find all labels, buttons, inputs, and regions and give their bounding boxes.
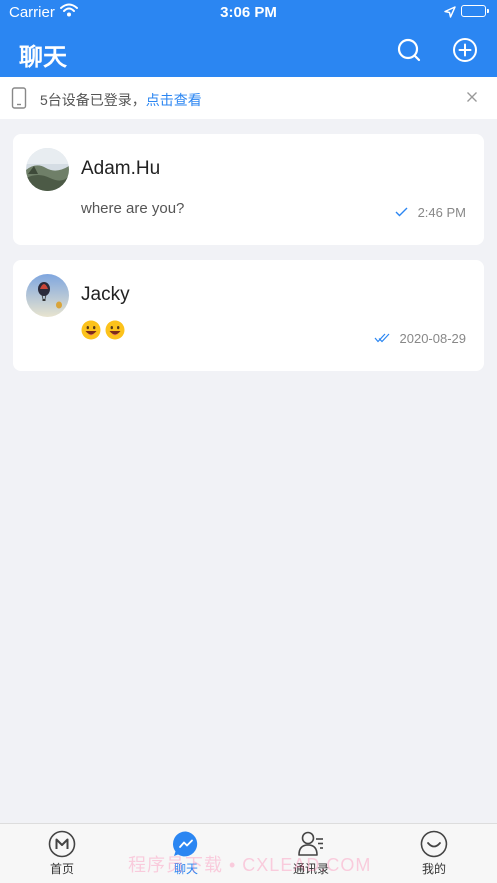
message-time: 2020-08-29 [399,331,467,346]
close-icon[interactable] [466,90,478,106]
message-meta: 2:46 PM [395,205,466,220]
double-check-icon [374,331,390,346]
last-message: where are you? [81,200,185,217]
last-message-emoji [81,320,125,340]
profile-smile-icon [420,830,448,858]
status-time: 3:06 PM [220,4,277,21]
contact-name: Adam.Hu [81,158,161,179]
avatar [26,148,69,191]
status-bar: Carrier 3:06 PM [0,0,497,26]
banner-text: 5台设备已登录，点击查看 [40,90,202,110]
chat-icon [172,831,198,857]
search-icon[interactable] [396,37,422,63]
grinning-emoji [81,320,101,340]
tab-profile[interactable]: 我的 [394,830,474,877]
message-time: 2:46 PM [417,205,466,220]
message-meta: 2020-08-29 [374,331,467,346]
app-header: Carrier 3:06 PM 聊天 [0,0,497,77]
page-title: 聊天 [19,44,67,71]
avatar [26,274,69,317]
phone-icon [11,87,27,112]
check-icon [395,205,408,220]
banner-message: 5台设备已登录， [40,92,146,108]
tab-chat[interactable]: 聊天 [146,830,226,877]
location-arrow-icon [444,5,456,22]
tab-home[interactable]: 首页 [22,830,102,877]
bottom-tab-bar: 首页 聊天 通讯录 我的 [0,823,497,883]
tab-label: 我的 [421,862,446,876]
home-m-icon [48,830,76,858]
tab-label: 首页 [49,862,74,876]
add-circle-icon[interactable] [452,37,478,63]
tab-label: 聊天 [173,862,198,876]
grinning-emoji [105,320,125,340]
device-login-banner: 5台设备已登录，点击查看 [0,77,497,119]
chat-list-item[interactable]: Adam.Hu where are you? 2:46 PM [13,134,484,245]
tab-label: 通讯录 [292,862,329,876]
view-devices-link[interactable]: 点击查看 [146,92,202,108]
contacts-icon [298,831,323,856]
battery-icon [461,5,489,17]
contact-name: Jacky [81,284,130,305]
chat-list-item[interactable]: Jacky 2020-08-29 [13,260,484,371]
tab-contacts[interactable]: 通讯录 [271,830,351,877]
